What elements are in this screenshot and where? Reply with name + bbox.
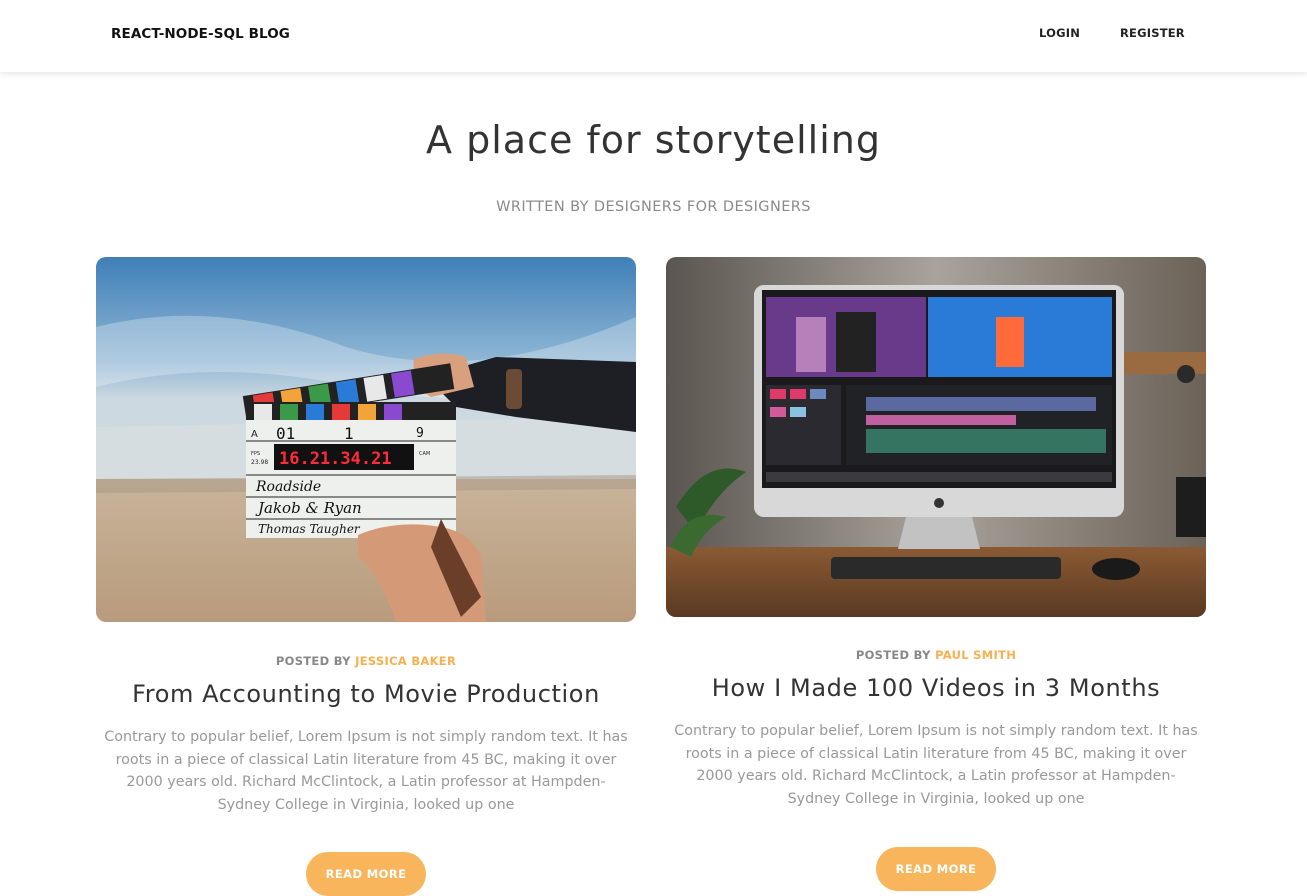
read-more-button[interactable]: READ MORE bbox=[305, 852, 427, 896]
posted-by-label: POSTED BY bbox=[275, 654, 351, 668]
slate-roll: 9 bbox=[416, 426, 424, 441]
slate-scene-label: A bbox=[251, 429, 258, 440]
read-more-button[interactable]: READ MORE bbox=[875, 847, 997, 891]
post-meta: POSTED BY JESSICA BAKER bbox=[96, 654, 636, 668]
post-image-clapperboard[interactable]: A 01 1 9 FPS 23.98 CAM 16.21.34.21 Roads… bbox=[96, 257, 636, 622]
post-title[interactable]: How I Made 100 Videos in 3 Months bbox=[666, 674, 1206, 702]
navbar: REACT-NODE-SQL BLOG LOGIN REGISTER bbox=[0, 0, 1307, 72]
slate-camera: Thomas Taugher bbox=[258, 522, 361, 536]
post-excerpt: Contrary to popular belief, Lorem Ipsum … bbox=[674, 723, 1198, 807]
clapperboard-photo: A 01 1 9 FPS 23.98 CAM 16.21.34.21 Roads… bbox=[96, 257, 636, 622]
post-card: A 01 1 9 FPS 23.98 CAM 16.21.34.21 Roads… bbox=[96, 257, 636, 896]
post-author[interactable]: PAUL SMITH bbox=[935, 648, 1016, 662]
hero-subtitle: WRITTEN BY DESIGNERS FOR DESIGNERS bbox=[496, 199, 811, 215]
post-excerpt: Contrary to popular belief, Lorem Ipsum … bbox=[104, 729, 628, 813]
slate-take: 1 bbox=[344, 424, 354, 443]
slate-director: Jakob & Ryan bbox=[255, 499, 362, 517]
slate-cam-label: CAM bbox=[419, 451, 430, 457]
post-author[interactable]: JESSICA BAKER bbox=[355, 654, 456, 668]
imac-editing-photo bbox=[666, 257, 1206, 617]
post-title[interactable]: From Accounting to Movie Production bbox=[96, 680, 636, 708]
post-card: POSTED BY PAUL SMITH How I Made 100 Vide… bbox=[666, 257, 1206, 891]
hero-title: A place for storytelling bbox=[426, 118, 881, 162]
slate-fps-label: FPS bbox=[251, 451, 260, 457]
slate-production: Roadside bbox=[255, 479, 321, 495]
register-link[interactable]: REGISTER bbox=[1120, 26, 1185, 40]
slate-fps: 23.98 bbox=[251, 459, 268, 466]
slate-scene: 01 bbox=[276, 424, 295, 443]
posted-by-label: POSTED BY bbox=[855, 648, 931, 662]
post-image-imac[interactable] bbox=[666, 257, 1206, 617]
login-link[interactable]: LOGIN bbox=[1039, 26, 1080, 40]
brand-logo-link[interactable]: REACT-NODE-SQL BLOG bbox=[111, 26, 290, 42]
post-meta: POSTED BY PAUL SMITH bbox=[666, 648, 1206, 662]
slate-timecode: 16.21.34.21 bbox=[279, 449, 392, 469]
